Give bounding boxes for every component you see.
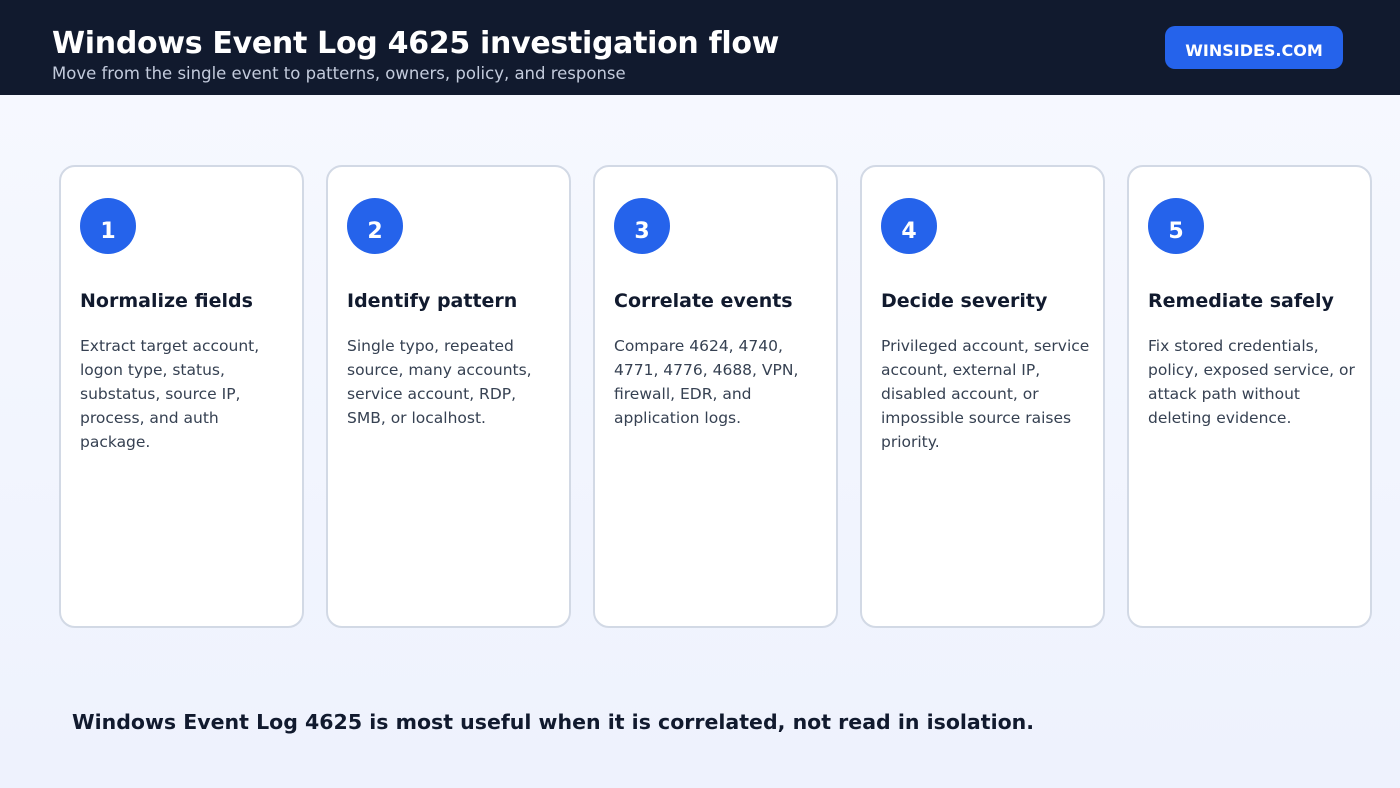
step-number-badge: 1 (80, 198, 136, 254)
step-description: Extract target account, logon type, stat… (80, 337, 260, 451)
step-number-badge: 3 (614, 198, 670, 254)
step-title: Decide severity (881, 290, 1048, 312)
step-description: Privileged account, service account, ext… (881, 337, 1090, 451)
footer-note: Windows Event Log 4625 is most useful wh… (72, 710, 1035, 734)
steps-flow: 1 Normalize fields Extract target accoun… (0, 0, 1400, 788)
step-title: Correlate events (614, 290, 793, 312)
step-card-remediate: 5 Remediate safely Fix stored credential… (1127, 165, 1372, 628)
step-card-correlate: 3 Correlate events Compare 4624, 4740, 4… (593, 165, 838, 628)
step-card-identify: 2 Identify pattern Single typo, repeated… (326, 165, 571, 628)
step-description: Compare 4624, 4740, 4771, 4776, 4688, VP… (614, 337, 799, 427)
step-title: Identify pattern (347, 290, 518, 312)
step-description: Single typo, repeated source, many accou… (347, 337, 532, 427)
step-number-badge: 5 (1148, 198, 1204, 254)
step-title: Normalize fields (80, 290, 253, 312)
step-number-badge: 2 (347, 198, 403, 254)
step-card-normalize: 1 Normalize fields Extract target accoun… (59, 165, 304, 628)
step-description: Fix stored credentials, policy, exposed … (1148, 337, 1355, 427)
step-number-badge: 4 (881, 198, 937, 254)
step-card-severity: 4 Decide severity Privileged account, se… (860, 165, 1105, 628)
step-title: Remediate safely (1148, 290, 1334, 312)
